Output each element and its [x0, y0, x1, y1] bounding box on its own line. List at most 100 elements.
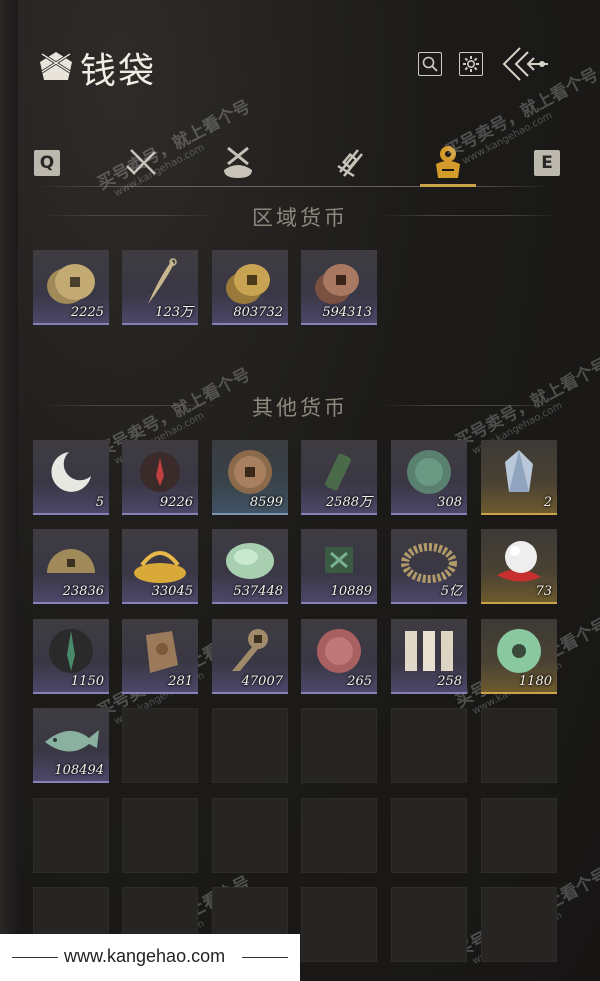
gear-icon	[463, 56, 479, 72]
currency-slot-crescent-jade[interactable]: 5	[33, 440, 109, 515]
red-jade-coin-icon	[317, 629, 361, 673]
empty-slot	[122, 798, 198, 873]
item-quantity: 2588万	[325, 495, 372, 510]
prev-tab-key[interactable]: Q	[34, 150, 60, 176]
stone-idol-icon	[146, 631, 178, 673]
currency-slot-green-token[interactable]: 2588万	[301, 440, 377, 515]
currency-slot-paper-notes[interactable]: 258	[391, 619, 467, 694]
jade-ring-icon	[497, 629, 541, 673]
active-tab-indicator	[420, 184, 476, 187]
item-quantity: 1180	[518, 674, 552, 689]
currency-slot-spade-coin[interactable]: 47007	[212, 619, 288, 694]
empty-slot	[301, 798, 377, 873]
item-quantity: 73	[535, 584, 552, 599]
header: 钱袋	[0, 0, 600, 130]
dark-sigil-icon	[49, 629, 93, 673]
item-quantity: 23836	[62, 584, 104, 599]
empty-slot	[391, 798, 467, 873]
section-title-regional: 区域货币	[252, 206, 348, 230]
footer-line	[242, 957, 288, 958]
empty-slot	[301, 887, 377, 962]
empty-slot	[391, 887, 467, 962]
currency-slot-jade-fish[interactable]: 108494	[33, 708, 109, 783]
watermark-footer: www.kangehao.com	[0, 934, 300, 981]
currency-slot-dark-sigil[interactable]: 1150	[33, 619, 109, 694]
tab-weapons[interactable]	[123, 142, 163, 182]
item-quantity: 5亿	[440, 584, 462, 599]
jade-coin-icon	[407, 450, 451, 494]
crescent-jade-icon	[51, 452, 91, 492]
empty-slot	[481, 798, 557, 873]
ancient-coin-icon	[228, 450, 272, 494]
currency-slot-golden-grain[interactable]: 33045	[122, 529, 198, 604]
pouch-icon	[40, 52, 72, 80]
currency-slot-stone-idol[interactable]: 281	[122, 619, 198, 694]
currency-slot-crystal-stone[interactable]: 2	[481, 440, 557, 515]
currency-slot-copper-coins[interactable]: 803732	[212, 250, 288, 325]
currency-slot-bead-bracelet[interactable]: 5亿	[391, 529, 467, 604]
search-button[interactable]	[418, 52, 442, 76]
tab-scrolls[interactable]	[330, 142, 370, 182]
crossed-swords-icon	[126, 149, 156, 175]
coins-stack-icon	[47, 264, 95, 304]
tab-pouch[interactable]	[218, 142, 258, 182]
next-tab-key[interactable]: E	[534, 150, 560, 176]
page-title: 钱袋	[80, 51, 157, 92]
item-quantity: 308	[437, 495, 462, 510]
currency-slot-jade-pebble[interactable]: 537448	[212, 529, 288, 604]
red-emblem-icon	[140, 452, 180, 492]
white-pearl-icon	[497, 541, 541, 582]
currency-slot-ancient-coin[interactable]: 8599	[212, 440, 288, 515]
item-quantity: 2	[543, 495, 552, 510]
empty-slot	[301, 708, 377, 783]
currency-slot-jade-ring[interactable]: 1180	[481, 619, 557, 694]
settings-button[interactable]	[459, 52, 483, 76]
empty-slot	[212, 708, 288, 783]
item-quantity: 594313	[322, 305, 372, 320]
empty-slot	[33, 798, 109, 873]
currency-slot-white-pearl[interactable]: 73	[481, 529, 557, 604]
spade-coin-icon	[232, 629, 268, 671]
green-card-icon	[325, 547, 353, 573]
item-quantity: 123万	[155, 305, 193, 320]
bronze-coins-icon	[315, 264, 359, 304]
footer-url: www.kangehao.com	[64, 946, 226, 966]
jade-pebble-icon	[226, 543, 274, 579]
item-quantity: 1150	[70, 674, 104, 689]
item-quantity: 10889	[330, 584, 372, 599]
section-title-other: 其他货币	[252, 396, 348, 420]
item-quantity: 33045	[151, 584, 193, 599]
empty-slot	[212, 798, 288, 873]
currency-slot-bronze-coins[interactable]: 594313	[301, 250, 377, 325]
item-quantity: 281	[168, 674, 193, 689]
empty-slot	[481, 708, 557, 783]
search-icon	[422, 56, 438, 72]
empty-slot	[122, 708, 198, 783]
footer-line	[12, 957, 58, 958]
currency-slot-jade-coin[interactable]: 308	[391, 440, 467, 515]
tab-currency[interactable]	[428, 142, 468, 182]
currency-slot-feather-blade[interactable]: 123万	[122, 250, 198, 325]
currency-slot-green-card[interactable]: 10889	[301, 529, 377, 604]
empty-slot	[481, 887, 557, 962]
item-quantity: 265	[347, 674, 372, 689]
item-quantity: 258	[437, 674, 462, 689]
currency-slot-red-emblem[interactable]: 9226	[122, 440, 198, 515]
left-edge-decoration	[0, 0, 18, 981]
paper-notes-icon	[405, 631, 453, 671]
currency-slot-red-jade-coin[interactable]: 265	[301, 619, 377, 694]
item-quantity: 803732	[233, 305, 283, 320]
crystal-stone-icon	[505, 450, 533, 492]
currency-slot-half-coin[interactable]: 23836	[33, 529, 109, 604]
scroll-icon	[337, 149, 363, 178]
copper-coins-icon	[226, 264, 270, 304]
back-button[interactable]	[498, 44, 556, 84]
item-quantity: 537448	[233, 584, 283, 599]
item-quantity: 8599	[249, 495, 283, 510]
currency-slot-coins-stack[interactable]: 2225	[33, 250, 109, 325]
coin-pouch-icon	[436, 146, 460, 178]
pouch-tab-icon	[224, 146, 252, 178]
golden-grain-icon	[134, 551, 186, 583]
half-coin-icon	[47, 549, 95, 573]
jade-fish-icon	[45, 730, 99, 752]
